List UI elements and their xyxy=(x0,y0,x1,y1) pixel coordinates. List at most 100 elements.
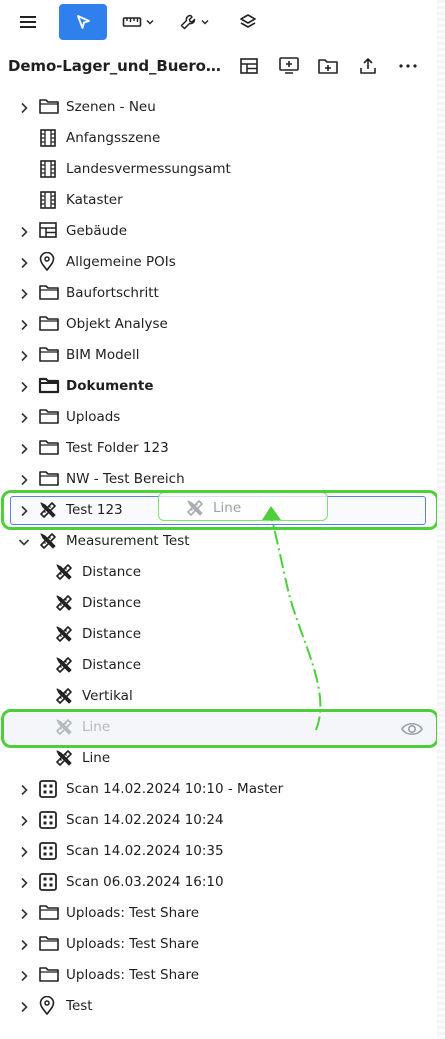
hamburger-menu-icon xyxy=(20,16,36,28)
chevron-right-icon[interactable] xyxy=(17,441,31,455)
annotation-source-highlight xyxy=(1,709,439,748)
tree-item[interactable]: Uploads: Test Share xyxy=(0,929,445,960)
tree-item[interactable]: Allgemeine POIs xyxy=(0,247,445,278)
tree-item-label: Test Folder 123 xyxy=(66,440,169,456)
tree-item[interactable]: Scan 06.03.2024 16:10 xyxy=(0,867,445,898)
layers-button[interactable] xyxy=(230,4,266,40)
tree-item-label: Vertikal xyxy=(82,688,133,704)
tree-item-label: NW - Test Bereich xyxy=(66,471,185,487)
tree-item[interactable]: Baufortschritt xyxy=(0,278,445,309)
tree-item-label: Distance xyxy=(82,626,142,642)
tree-item-label: Baufortschritt xyxy=(66,285,159,301)
folder-icon xyxy=(38,314,60,334)
tree-item-label: Uploads: Test Share xyxy=(66,936,200,952)
scene-icon xyxy=(38,159,60,179)
chevron-right-icon[interactable] xyxy=(17,813,31,827)
project-header: Demo-Lager_und_Bueroge... xyxy=(0,46,445,86)
tree-item[interactable]: Vertikal xyxy=(0,681,445,712)
chevron-right-icon[interactable] xyxy=(17,286,31,300)
grid-icon xyxy=(38,779,60,799)
tree-item[interactable]: Distance xyxy=(0,619,445,650)
folder-add-icon xyxy=(318,59,338,74)
measure-tools-icon xyxy=(54,624,76,644)
folder-icon xyxy=(38,903,60,923)
grid-icon xyxy=(38,810,60,830)
select-tool-button[interactable] xyxy=(59,4,107,40)
upload-button[interactable] xyxy=(355,54,381,78)
tree-item[interactable]: Distance xyxy=(0,588,445,619)
tree-item-label: Scan 14.02.2024 10:35 xyxy=(66,843,224,859)
tree-item-label: Kataster xyxy=(66,192,123,208)
tree-item[interactable]: Test Folder 123 xyxy=(0,433,445,464)
pin-icon xyxy=(38,251,60,272)
top-toolbar xyxy=(0,0,445,46)
chevron-right-icon[interactable] xyxy=(17,224,31,238)
project-title: Demo-Lager_und_Bueroge... xyxy=(8,57,226,75)
chevron-right-icon[interactable] xyxy=(17,968,31,982)
measure-tools-icon xyxy=(54,562,76,582)
tree-item[interactable]: Szenen - Neu xyxy=(0,92,445,123)
tree-item[interactable]: Anfangsszene xyxy=(0,123,445,154)
tree-item-label: Objekt Analyse xyxy=(66,316,168,332)
chevron-right-icon[interactable] xyxy=(17,782,31,796)
tree-item-label: Distance xyxy=(82,564,142,580)
measure-tool-dropdown[interactable] xyxy=(116,4,160,40)
tree-item[interactable]: Kataster xyxy=(0,185,445,216)
chevron-right-icon[interactable] xyxy=(17,875,31,889)
tree-item-label: Gebäude xyxy=(66,223,128,239)
scrollbar-track[interactable] xyxy=(437,0,445,1039)
chevron-right-icon[interactable] xyxy=(17,906,31,920)
menu-button[interactable] xyxy=(10,4,46,40)
chevron-right-icon[interactable] xyxy=(17,255,31,269)
tree-item[interactable]: Dokumente xyxy=(0,371,445,402)
tree-item-label: Uploads: Test Share xyxy=(66,967,200,983)
tree-item[interactable]: Uploads: Test Share xyxy=(0,898,445,929)
tree-item[interactable]: Test xyxy=(0,991,445,1022)
layers-icon xyxy=(240,14,256,28)
tree-item[interactable]: Uploads xyxy=(0,402,445,433)
chevron-right-icon[interactable] xyxy=(17,410,31,424)
tree-item[interactable]: Scan 14.02.2024 10:35 xyxy=(0,836,445,867)
tree-item-label: Anfangsszene xyxy=(66,130,161,146)
tree-item[interactable]: Landesvermessungsamt xyxy=(0,154,445,185)
tools-dropdown[interactable] xyxy=(172,4,216,40)
tree-item-label: Distance xyxy=(82,657,142,673)
folder-icon xyxy=(38,345,60,365)
chevron-right-icon[interactable] xyxy=(17,100,31,114)
chevron-right-icon[interactable] xyxy=(17,348,31,362)
tree-item[interactable]: Distance xyxy=(0,650,445,681)
chevron-right-icon[interactable] xyxy=(17,844,31,858)
wrench-icon xyxy=(180,14,195,30)
chevron-down-icon[interactable] xyxy=(17,534,31,548)
chevron-right-icon[interactable] xyxy=(17,937,31,951)
upload-icon xyxy=(360,58,376,74)
chevron-right-icon[interactable] xyxy=(17,999,31,1013)
tree-item[interactable]: Measurement Test xyxy=(0,526,445,557)
tree-item[interactable]: Scan 14.02.2024 10:10 - Master xyxy=(0,774,445,805)
pin-icon xyxy=(38,995,60,1016)
more-icon xyxy=(399,64,417,68)
tree-item[interactable]: BIM Modell xyxy=(0,340,445,371)
add-scene-button[interactable] xyxy=(276,54,302,78)
grid-icon xyxy=(38,841,60,861)
chevron-right-icon[interactable] xyxy=(17,379,31,393)
add-folder-button[interactable] xyxy=(315,54,341,78)
tree-item[interactable]: Distance xyxy=(0,557,445,588)
measure-tools-icon xyxy=(54,748,76,768)
annotation-target-highlight xyxy=(1,490,439,530)
chevron-right-icon[interactable] xyxy=(17,472,31,486)
folder-icon xyxy=(38,965,60,985)
tree-item[interactable]: Uploads: Test Share xyxy=(0,960,445,991)
layout-button[interactable] xyxy=(236,54,262,78)
tree-item-label: Landesvermessungsamt xyxy=(66,161,231,177)
tree-item[interactable]: Scan 14.02.2024 10:24 xyxy=(0,805,445,836)
tree-item[interactable]: Gebäude xyxy=(0,216,445,247)
chevron-right-icon[interactable] xyxy=(17,317,31,331)
more-options-button[interactable] xyxy=(395,54,421,78)
tree-item-label: Line xyxy=(82,750,111,766)
tree-item-label: Uploads: Test Share xyxy=(66,905,200,921)
measure-tools-icon xyxy=(54,686,76,706)
tree-item-label: Scan 14.02.2024 10:10 - Master xyxy=(66,781,284,797)
chevron-down-icon xyxy=(201,20,208,25)
tree-item[interactable]: Objekt Analyse xyxy=(0,309,445,340)
